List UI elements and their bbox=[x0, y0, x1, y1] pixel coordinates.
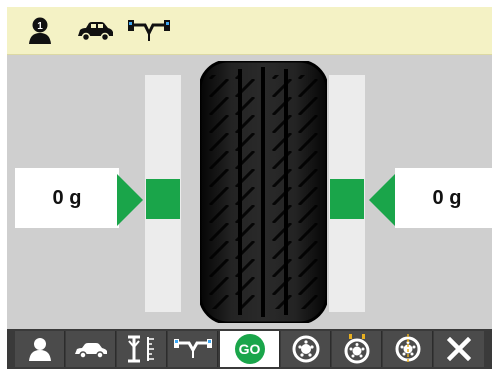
rim-dimensions-button[interactable] bbox=[117, 331, 167, 367]
left-arrow-icon bbox=[117, 174, 143, 226]
left-position-marker bbox=[146, 179, 180, 219]
close-icon bbox=[447, 337, 471, 361]
close-button[interactable] bbox=[434, 331, 484, 367]
rim-dimensions-icon bbox=[124, 335, 160, 363]
operator-1-icon[interactable]: 1 bbox=[27, 17, 53, 45]
wheel-icon bbox=[291, 334, 321, 364]
wheel-weights-icon bbox=[341, 333, 373, 365]
app-window: 1 0 g 0 g GO bbox=[7, 7, 492, 369]
right-position-marker bbox=[330, 179, 364, 219]
operator-button[interactable] bbox=[15, 331, 65, 367]
right-weight-value: 0 g bbox=[395, 168, 492, 228]
tire-image bbox=[198, 59, 329, 325]
axle-icon[interactable] bbox=[127, 17, 171, 45]
vehicle-button[interactable] bbox=[66, 331, 116, 367]
wheel-weights-button[interactable] bbox=[332, 331, 382, 367]
wheel-center-icon bbox=[393, 333, 423, 365]
axle-icon bbox=[173, 336, 213, 362]
car-icon bbox=[73, 339, 109, 359]
operator-icon bbox=[28, 337, 52, 361]
axle-button[interactable] bbox=[168, 331, 218, 367]
balance-view: 0 g 0 g bbox=[7, 55, 492, 329]
go-icon: GO bbox=[234, 334, 265, 364]
wheel-button[interactable] bbox=[281, 331, 331, 367]
car-icon[interactable] bbox=[75, 17, 115, 45]
right-arrow-icon bbox=[369, 174, 395, 226]
operator-number: 1 bbox=[37, 21, 43, 32]
header-bar: 1 bbox=[7, 7, 492, 55]
left-weight-value: 0 g bbox=[15, 168, 119, 228]
wheel-center-button[interactable] bbox=[383, 331, 433, 367]
go-button[interactable]: GO bbox=[220, 331, 280, 367]
toolbar: GO bbox=[7, 329, 492, 369]
